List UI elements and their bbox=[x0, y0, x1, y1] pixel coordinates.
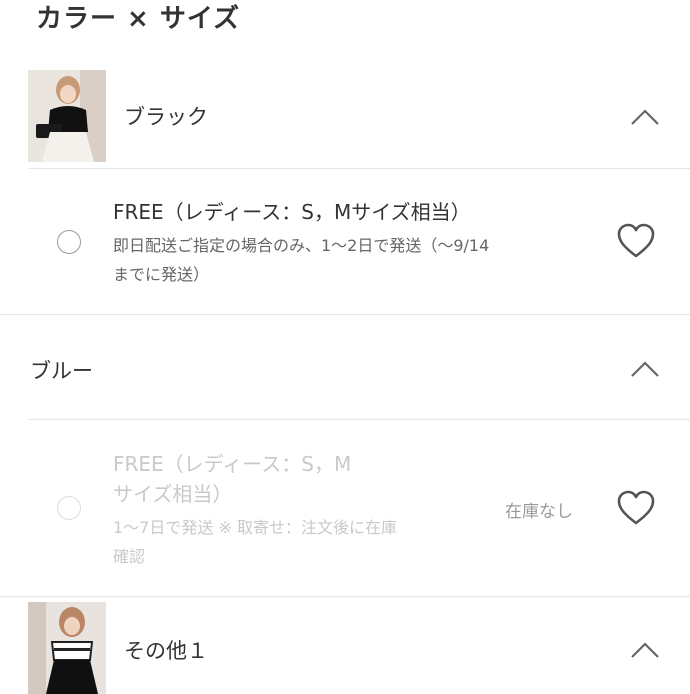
color-label-other1: その他１ bbox=[124, 639, 208, 663]
size-shipping-note: 即日配送ご指定の場合のみ、1〜2日で発送（〜9/14 までに発送） bbox=[113, 231, 489, 289]
page-title: カラー × サイズ bbox=[36, 4, 241, 34]
color-header-black[interactable]: ブラック bbox=[0, 68, 690, 168]
size-shipping-note-line: 確認 bbox=[113, 547, 146, 566]
size-radio-button bbox=[57, 496, 81, 520]
chevron-up-icon[interactable] bbox=[630, 360, 660, 378]
heart-outline-icon[interactable] bbox=[616, 490, 656, 526]
size-option-row-disabled: FREE（レディース：S，M サイズ相当） 1〜7日で発送 ※ 取寄せ：注文後に… bbox=[0, 420, 690, 596]
size-shipping-note: 1〜7日で発送 ※ 取寄せ：注文後に在庫 確認 bbox=[113, 513, 397, 571]
size-shipping-note-line: 即日配送ご指定の場合のみ、1〜2日で発送（〜9/14 bbox=[113, 236, 490, 255]
heart-outline-icon[interactable] bbox=[616, 223, 656, 259]
product-thumbnail-black bbox=[28, 70, 106, 162]
size-option-row[interactable]: FREE（レディース：S，Mサイズ相当） 即日配送ご指定の場合のみ、1〜2日で発… bbox=[0, 169, 690, 314]
out-of-stock-label: 在庫なし bbox=[505, 502, 573, 522]
color-label-blue: ブルー bbox=[30, 359, 93, 383]
size-name: FREE（レディース：S，M サイズ相当） bbox=[113, 449, 351, 509]
chevron-up-icon[interactable] bbox=[630, 641, 660, 659]
size-shipping-note-line: までに発送） bbox=[113, 265, 210, 284]
product-thumbnail-other1 bbox=[28, 602, 106, 694]
color-label-black: ブラック bbox=[124, 105, 208, 129]
chevron-up-icon[interactable] bbox=[630, 108, 660, 126]
size-radio-button[interactable] bbox=[57, 230, 81, 254]
size-shipping-note-line: 1〜7日で発送 ※ 取寄せ：注文後に在庫 bbox=[113, 518, 397, 537]
size-name-line: サイズ相当） bbox=[113, 482, 233, 506]
size-name: FREE（レディース：S，Mサイズ相当） bbox=[113, 200, 471, 224]
size-name-line: FREE（レディース：S，M bbox=[113, 452, 352, 476]
color-header-other1[interactable]: その他１ bbox=[0, 597, 690, 694]
color-header-blue[interactable]: ブルー bbox=[0, 315, 690, 419]
